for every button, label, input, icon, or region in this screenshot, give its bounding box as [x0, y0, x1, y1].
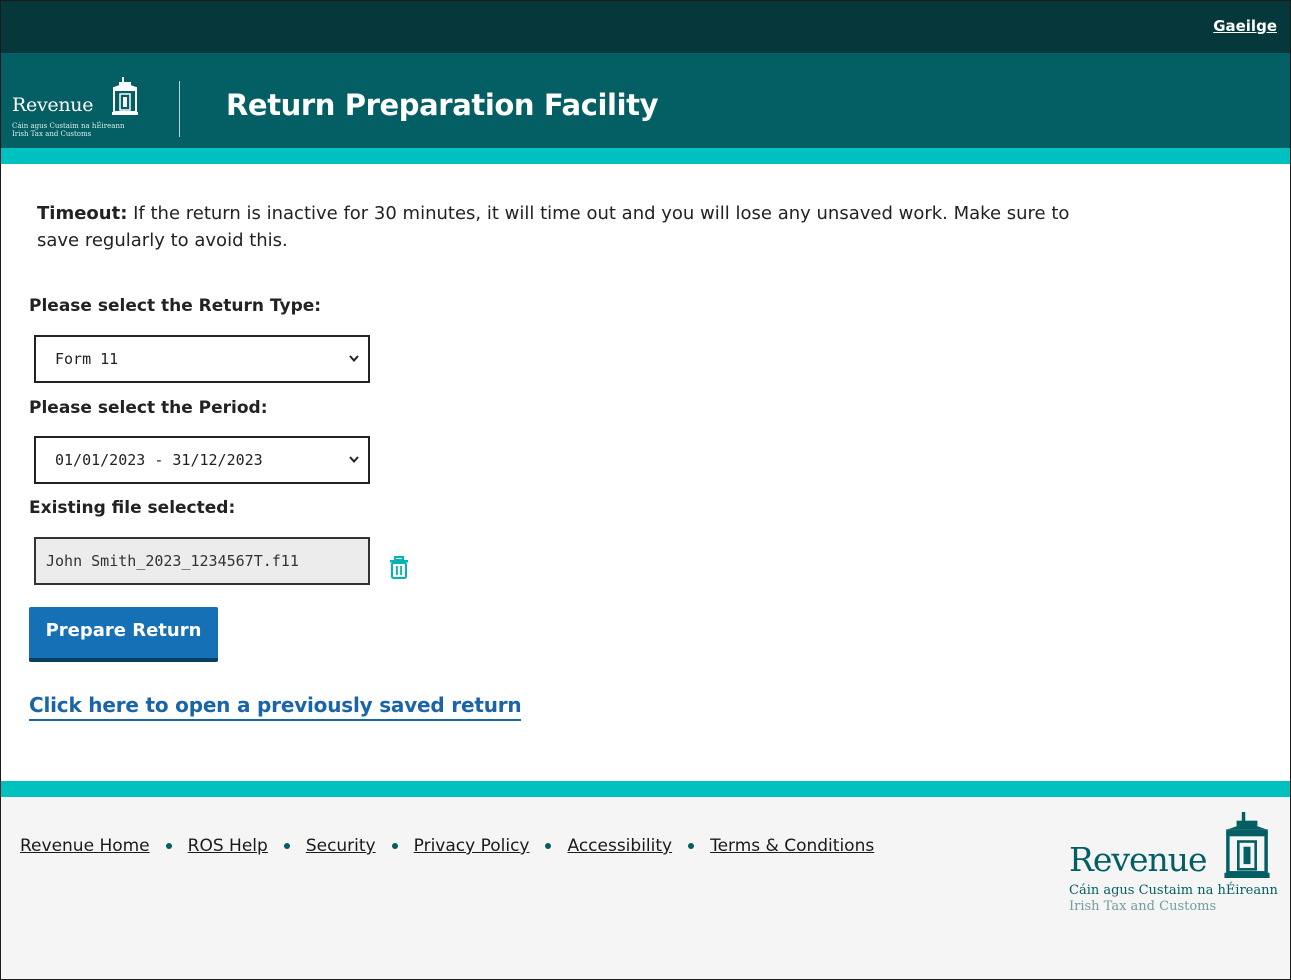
revenue-footer-logo[interactable]: Revenue Cáin agus Custaim na hÉireann Ir… — [1068, 812, 1278, 917]
timeout-notice: Timeout: If the return is inactive for 3… — [37, 200, 1097, 254]
separator-dot — [391, 843, 398, 849]
header-accent-stripe — [0, 148, 1291, 164]
period-select[interactable]: 01/01/2023 - 31/12/2023 — [34, 436, 370, 484]
existing-file-label: Existing file selected: — [29, 498, 236, 518]
open-saved-return-link[interactable]: Click here to open a previously saved re… — [29, 693, 522, 721]
chevron-down-icon — [349, 456, 359, 464]
footer-links: Revenue Home ROS Help Security Privacy P… — [20, 836, 874, 856]
period-label: Please select the Period: — [29, 398, 268, 418]
existing-file-value: John Smith_2023_1234567T.f11 — [46, 552, 299, 570]
logo-wordmark: Revenue — [12, 94, 94, 116]
trash-icon[interactable] — [389, 556, 409, 580]
chevron-down-icon — [349, 355, 359, 363]
footer-accent-stripe — [0, 781, 1291, 797]
page-title: Return Preparation Facility — [226, 88, 659, 122]
footer-link-revenue-home[interactable]: Revenue Home — [20, 836, 150, 856]
period-value: 01/01/2023 - 31/12/2023 — [55, 451, 263, 469]
footer-link-accessibility[interactable]: Accessibility — [567, 836, 672, 856]
logo-subtitle-irish: Cáin agus Custaim na hÉireann — [1069, 883, 1278, 898]
logo-subtitle-english: Irish Tax and Customs — [12, 130, 92, 138]
revenue-building-icon — [112, 77, 138, 115]
footer-link-privacy-policy[interactable]: Privacy Policy — [414, 836, 530, 856]
revenue-logo[interactable]: Revenue Cáin agus Custaim na hÉireann Ir… — [12, 77, 152, 139]
language-link[interactable]: Gaeilge — [1213, 17, 1277, 35]
separator-dot — [283, 843, 290, 849]
separator-dot — [545, 843, 552, 849]
footer-link-security[interactable]: Security — [306, 836, 376, 856]
top-bar: Gaeilge — [0, 0, 1291, 53]
timeout-text: If the return is inactive for 30 minutes… — [37, 203, 1070, 251]
separator-dot — [688, 843, 695, 849]
site-header: Revenue Cáin agus Custaim na hÉireann Ir… — [0, 53, 1291, 148]
footer-link-ros-help[interactable]: ROS Help — [188, 836, 268, 856]
header-divider — [179, 81, 180, 137]
footer-link-terms[interactable]: Terms & Conditions — [710, 836, 874, 856]
timeout-label: Timeout: — [37, 203, 128, 224]
logo-subtitle-english: Irish Tax and Customs — [1069, 899, 1217, 914]
prepare-return-button[interactable]: Prepare Return — [29, 607, 218, 662]
revenue-building-icon — [1224, 812, 1270, 878]
return-type-select[interactable]: Form 11 — [34, 335, 370, 383]
return-type-value: Form 11 — [55, 350, 119, 368]
logo-wordmark: Revenue — [1069, 840, 1208, 879]
separator-dot — [165, 843, 172, 849]
logo-subtitle-irish: Cáin agus Custaim na hÉireann — [12, 122, 125, 130]
return-type-label: Please select the Return Type: — [29, 296, 322, 316]
existing-file-field: John Smith_2023_1234567T.f11 — [34, 537, 370, 585]
